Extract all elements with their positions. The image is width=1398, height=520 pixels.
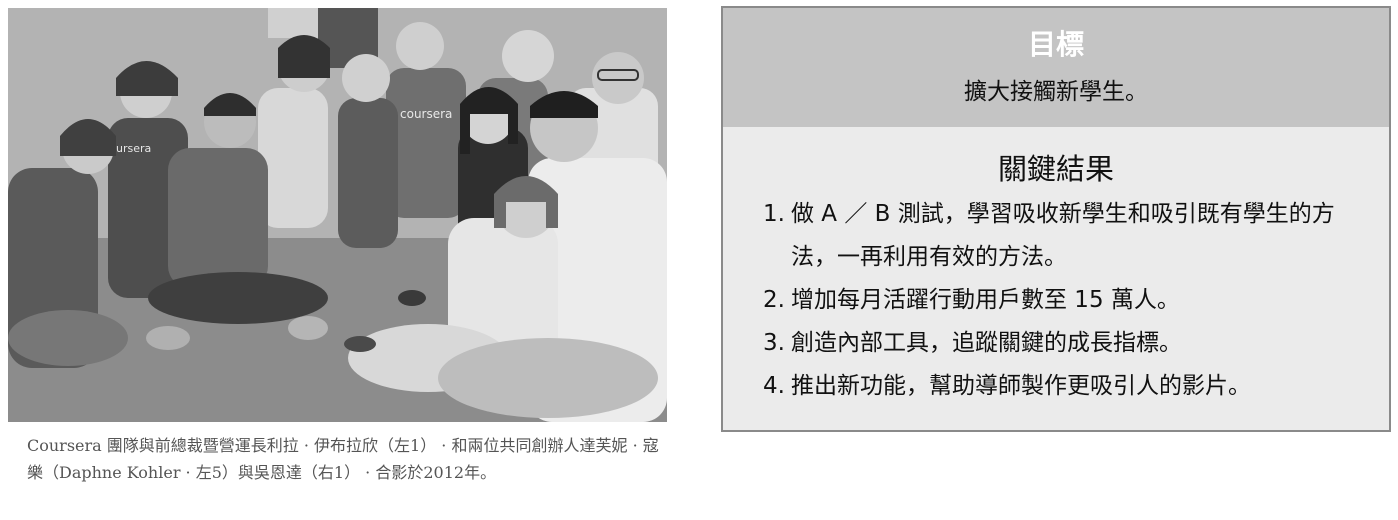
key-result-number: 2.	[763, 287, 785, 313]
team-photo-illustration: coursera ursera	[8, 8, 667, 422]
objective-section: 目標 擴大接觸新學生。	[723, 8, 1389, 127]
key-result-number: 4.	[763, 373, 785, 399]
objective-heading: 目標	[1027, 28, 1084, 61]
objective-text: 擴大接觸新學生。	[964, 79, 1148, 105]
team-photo: coursera ursera	[8, 8, 667, 422]
key-result-text: 創造內部工具，追蹤關鍵的成長指標。	[791, 330, 1182, 356]
key-results-heading: 關鍵結果	[997, 152, 1114, 186]
photo-caption: Coursera 團隊與前總裁暨營運長利拉 · 伊布拉欣（左1） · 和兩位共同…	[27, 436, 659, 482]
shirt-logo: coursera	[400, 107, 452, 121]
key-result-item: 1. 做 A ／ B 測試，學習吸收新學生和吸引既有學生的方法，一再利用有效的方…	[763, 193, 1389, 279]
key-result-item: 3. 創造內部工具，追蹤關鍵的成長指標。	[763, 322, 1389, 365]
key-result-number: 3.	[763, 330, 785, 356]
key-results-list: 1. 做 A ／ B 測試，學習吸收新學生和吸引既有學生的方法，一再利用有效的方…	[723, 193, 1389, 408]
shirt-logo-2: ursera	[116, 142, 151, 155]
person-back-4	[338, 54, 398, 248]
key-result-item: 4. 推出新功能，幫助導師製作更吸引人的影片。	[763, 365, 1389, 408]
key-result-text: 增加每月活躍行動用戶數至 15 萬人。	[791, 287, 1180, 313]
key-result-item: 2. 增加每月活躍行動用戶數至 15 萬人。	[763, 279, 1389, 322]
key-result-text: 做 A ／ B 測試，學習吸收新學生和吸引既有學生的方法，一再利用有效的方法。	[791, 201, 1335, 270]
key-result-number: 1.	[763, 201, 785, 227]
key-result-text: 推出新功能，幫助導師製作更吸引人的影片。	[791, 373, 1251, 399]
okr-card: 目標 擴大接觸新學生。 關鍵結果 1. 做 A ／ B 測試，學習吸收新學生和吸…	[721, 6, 1391, 432]
